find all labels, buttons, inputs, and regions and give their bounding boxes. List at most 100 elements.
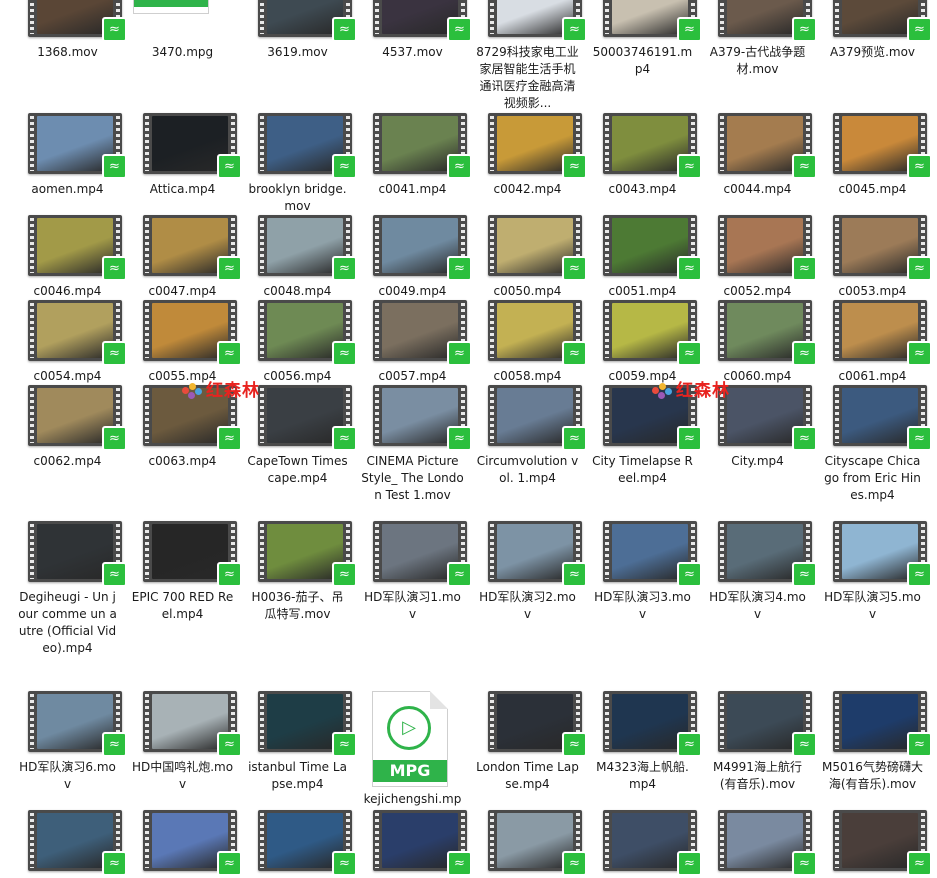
file-thumbnail[interactable]: ≈ [585,0,702,42]
file-item[interactable]: ≈ c0045.mp4 [815,113,932,198]
file-item[interactable]: ≈1368.mov [10,0,127,61]
file-thumbnail[interactable]: ≈ [700,215,817,281]
file-thumbnail[interactable]: ≈ [585,810,702,876]
file-item[interactable]: ≈ c0048.mp4 [240,215,357,300]
file-thumbnail[interactable]: ≈ [815,113,932,179]
file-thumbnail[interactable]: ≈ [240,810,357,876]
file-item[interactable]: ≈ c0051.mp4 [585,215,702,300]
file-item[interactable]: MPG 3470.mpg [125,0,240,61]
file-item[interactable]: ≈ c0044.mp4 [700,113,817,198]
file-thumbnail[interactable]: ≈ [240,113,357,179]
file-thumbnail[interactable]: ≈ [355,810,472,876]
file-item[interactable]: ≈ c0055.mp4 [125,300,242,385]
file-thumbnail[interactable]: ≈ [10,113,127,179]
file-item[interactable]: ≈ HD军队演习6.mov [10,691,127,793]
file-thumbnail[interactable]: ≈ [700,0,817,42]
file-item[interactable]: ≈ [10,810,127,878]
file-item[interactable]: ≈ c0053.mp4 [815,215,932,300]
file-thumbnail[interactable]: ≈ [355,0,472,42]
file-item[interactable]: ≈ aomen.mp4 [10,113,127,198]
file-thumbnail[interactable]: ≈ [700,300,817,366]
file-item[interactable]: ≈ c0058.mp4 [470,300,587,385]
file-item[interactable]: ≈ EPIC 700 RED Reel.mp4 [125,521,242,623]
file-thumbnail[interactable]: ≈ [470,691,587,757]
file-thumbnail[interactable]: ≈ [240,0,357,42]
file-thumbnail[interactable]: ≈ [585,691,702,757]
file-item[interactable]: ≈ [815,810,932,878]
file-thumbnail[interactable]: ≈ [125,521,242,587]
file-thumbnail[interactable]: ≈ [240,521,357,587]
file-item[interactable]: ≈8729科技家电工业家居智能生活手机通讯医疗金融高清视频影... [470,0,587,112]
file-item[interactable]: ≈ c0043.mp4 [585,113,702,198]
file-item[interactable]: ≈ c0042.mp4 [470,113,587,198]
file-item[interactable]: ≈ c0052.mp4 [700,215,817,300]
file-thumbnail[interactable]: ≈ [700,810,817,876]
file-item[interactable]: ≈ c0060.mp4 [700,300,817,385]
file-thumbnail[interactable]: ≈ [125,691,242,757]
file-thumbnail[interactable]: ≈ [10,300,127,366]
file-item[interactable]: ≈ [470,810,587,878]
file-item[interactable]: ≈ HD军队演习5.mov [815,521,932,623]
file-item[interactable]: ≈ HD军队演习3.mov [585,521,702,623]
file-thumbnail[interactable]: ≈ [815,0,932,42]
file-item[interactable]: ≈ [355,810,472,878]
file-thumbnail[interactable]: MPG [125,0,240,40]
file-thumbnail[interactable]: ≈ [125,810,242,876]
file-thumbnail[interactable]: ≈ [585,521,702,587]
file-thumbnail[interactable]: ≈ [355,113,472,179]
file-item[interactable]: ▷MPGkejichengshi.mpg [355,691,470,825]
file-item[interactable]: ≈ c0054.mp4 [10,300,127,385]
file-thumbnail[interactable]: ≈ [240,691,357,757]
file-item[interactable]: ≈3619.mov [240,0,357,61]
file-item[interactable]: ≈ c0062.mp4 [10,385,127,470]
file-thumbnail[interactable]: ≈ [10,691,127,757]
file-item[interactable]: ≈ c0047.mp4 [125,215,242,300]
file-thumbnail[interactable]: ≈ [355,215,472,281]
file-thumbnail[interactable]: ≈ [815,521,932,587]
file-thumbnail[interactable]: ≈ [10,215,127,281]
file-item[interactable]: ≈ HD军队演习4.mov [700,521,817,623]
file-item[interactable]: ≈ CINEMA Picture Style_ The London Test 1… [355,385,472,504]
file-thumbnail[interactable]: ≈ [700,691,817,757]
file-thumbnail[interactable]: ≈ [125,300,242,366]
file-thumbnail[interactable]: ≈ [470,385,587,451]
file-item[interactable]: ≈ c0059.mp4 [585,300,702,385]
file-thumbnail[interactable]: ≈ [815,215,932,281]
file-thumbnail[interactable]: ≈ [470,215,587,281]
file-item[interactable]: ≈ c0049.mp4 [355,215,472,300]
file-thumbnail[interactable]: ≈ [10,521,127,587]
file-thumbnail[interactable]: ≈ [10,385,127,451]
file-thumbnail[interactable]: ≈ [240,300,357,366]
file-thumbnail[interactable]: ≈ [125,113,242,179]
file-thumbnail[interactable]: ≈ [815,691,932,757]
file-thumbnail[interactable]: ≈ [355,385,472,451]
file-item[interactable]: ≈ A379-古代战争题材.mov [700,0,817,78]
file-item[interactable]: ≈ c0056.mp4 [240,300,357,385]
file-thumbnail[interactable]: ≈ [470,810,587,876]
file-item[interactable]: ≈4537.mov [355,0,472,61]
file-thumbnail[interactable]: ≈ [470,0,587,42]
file-item[interactable]: ≈ Attica.mp4 [125,113,242,198]
file-thumbnail[interactable]: ▷ MPG [355,691,470,787]
file-thumbnail[interactable]: ≈ [355,521,472,587]
file-item[interactable]: ≈ M4323海上帆船.mp4 [585,691,702,793]
file-item[interactable]: ≈50003746191.mp4 [585,0,702,78]
file-thumbnail[interactable]: ≈ [240,215,357,281]
file-item[interactable]: ≈ A379预览.mov [815,0,932,61]
file-item[interactable]: ≈ c0046.mp4 [10,215,127,300]
file-item[interactable]: ≈ M4991海上航行(有音乐).mov [700,691,817,793]
file-thumbnail[interactable]: ≈ [700,113,817,179]
file-item[interactable]: ≈ Cityscape Chicago from Eric Hines.mp4 [815,385,932,504]
file-item[interactable]: ≈ [700,810,817,878]
file-item[interactable]: ≈ HD军队演习2.mov [470,521,587,623]
file-item[interactable]: ≈ c0041.mp4 [355,113,472,198]
file-item[interactable]: ≈ [125,810,242,878]
file-thumbnail[interactable]: ≈ [585,300,702,366]
file-thumbnail[interactable]: ≈ [10,0,127,42]
file-thumbnail[interactable]: ≈ [355,300,472,366]
file-item[interactable]: ≈ istanbul Time Lapse.mp4 [240,691,357,793]
file-thumbnail[interactable]: ≈ [700,521,817,587]
file-item[interactable]: ≈ HD军队演习1.mov [355,521,472,623]
file-thumbnail[interactable]: ≈ [10,810,127,876]
file-thumbnail[interactable]: ≈ [470,521,587,587]
